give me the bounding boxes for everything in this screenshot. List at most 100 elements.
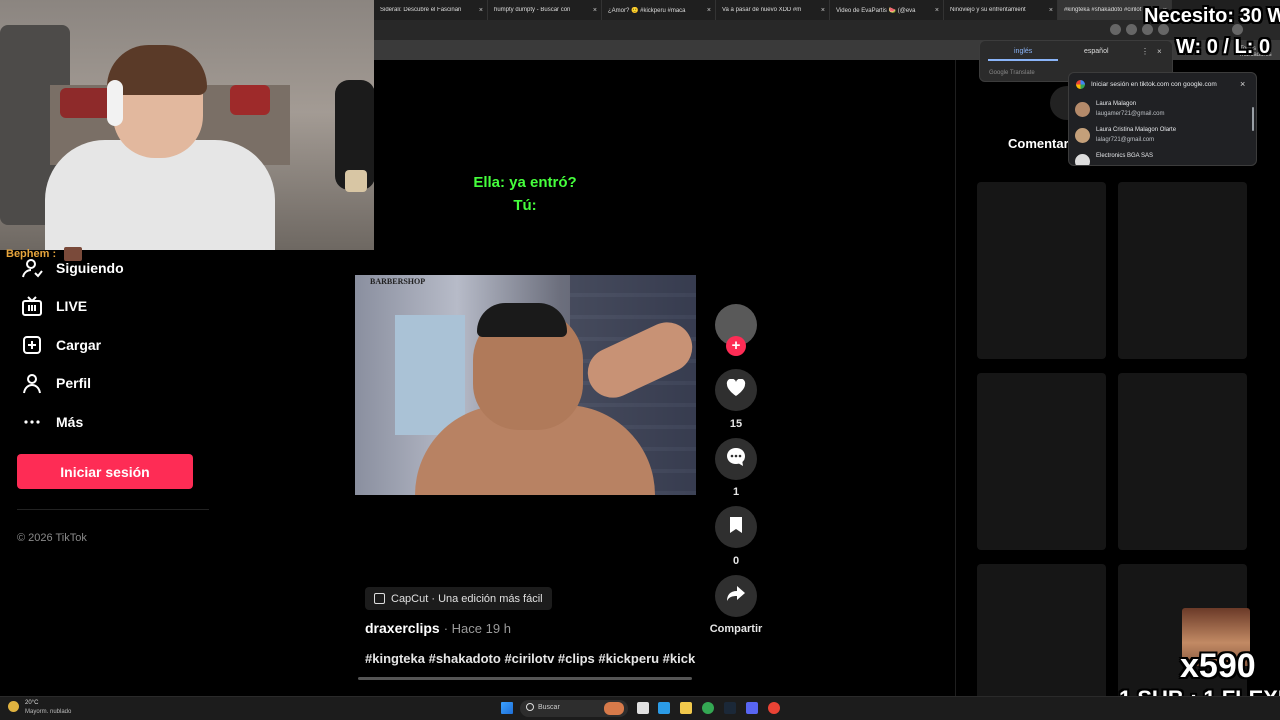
sidebar-item-label: Perfil (56, 375, 92, 391)
save-button[interactable] (715, 506, 757, 548)
like-button[interactable] (715, 369, 757, 411)
weather-temperature[interactable]: 20°C (25, 700, 38, 706)
search-icon (526, 703, 534, 711)
close-tab-icon[interactable]: × (593, 7, 597, 14)
share-arrow-icon (726, 585, 746, 608)
windows-start-icon[interactable] (501, 702, 513, 714)
tab-title: ¿Amor? 🙂 #kickperu #maca (608, 7, 686, 14)
close-tab-icon[interactable]: × (821, 7, 825, 14)
sidebar-item-label: Siguiendo (56, 260, 124, 276)
browser-tab[interactable]: Va a pasar de nuevo XDD #m × (716, 0, 830, 20)
author-line: draxerclips · Hace 19 h (365, 620, 511, 636)
tab-comments[interactable]: Comentar (1008, 136, 1069, 151)
following-icon (20, 256, 44, 280)
google-popup-title: Iniciar sesión en tiktok.com con google.… (1091, 81, 1217, 88)
close-tab-icon[interactable]: × (1049, 7, 1053, 14)
toy (345, 170, 367, 192)
upload-icon (20, 333, 44, 357)
browser-tab[interactable]: Niñoviejo y su enfrentamient × (944, 0, 1058, 20)
account-name: Laura Malagon (1096, 101, 1137, 107)
sidebar-item-live[interactable]: LIVE (20, 294, 87, 318)
sidebar-item-following[interactable]: Siguiendo (20, 256, 124, 280)
multiplier-counter: x590 (1180, 647, 1256, 685)
video-progress-bar[interactable] (358, 677, 692, 680)
account-name: Electronics BGA SAS (1096, 153, 1154, 159)
sidebar-item-label: Cargar (56, 337, 102, 353)
sidebar-item-label: Más (56, 414, 84, 430)
video-thumbnail[interactable] (977, 373, 1106, 550)
profile-icon (20, 371, 44, 395)
close-icon[interactable]: × (1157, 47, 1162, 56)
close-tab-icon[interactable]: × (707, 7, 711, 14)
edge-browser-icon[interactable] (658, 702, 670, 714)
extension-icon[interactable] (1110, 24, 1121, 35)
google-logo-icon (1076, 80, 1085, 89)
avatar (1075, 154, 1090, 165)
google-account-item[interactable]: Electronics BGA SAS (1075, 151, 1251, 165)
webcam-overlay (0, 0, 374, 250)
streamer (45, 45, 275, 250)
follow-button[interactable]: + (726, 336, 746, 356)
save-count: 0 (732, 555, 740, 567)
video-person-hair (477, 303, 567, 337)
scrollbar[interactable] (1252, 107, 1254, 131)
barbershop-sign: BARBERSHOP (370, 277, 426, 286)
headphones (107, 80, 123, 126)
sidebar-item-more[interactable]: Más (20, 410, 83, 434)
video-thumbnail[interactable] (977, 182, 1106, 359)
search-placeholder: Buscar (538, 704, 560, 711)
chrome-icon[interactable] (702, 702, 714, 714)
author-username[interactable]: draxerclips (365, 620, 440, 636)
login-button[interactable]: Iniciar sesión (17, 454, 193, 489)
account-email: lalagr721@gmail.com (1096, 137, 1155, 143)
tab-title: humpty dumpty - Buscar con (494, 7, 571, 13)
close-tab-icon[interactable]: × (479, 7, 483, 14)
weather-description[interactable]: Mayorm. nublado (25, 709, 71, 715)
video-player[interactable]: BARBERSHOP (355, 275, 696, 495)
browser-tab[interactable]: ¿Amor? 🙂 #kickperu #maca × (602, 0, 716, 20)
video-thumbnail[interactable] (1118, 373, 1247, 550)
file-explorer-icon[interactable] (680, 702, 692, 714)
weather-sun-icon (8, 701, 19, 712)
bookmark-icon (729, 516, 743, 539)
sidebar-item-profile[interactable]: Perfil (20, 371, 91, 395)
video-caption-overlay: Ella: ya entró? Tú: (440, 171, 610, 217)
close-icon[interactable]: × (1240, 79, 1245, 89)
account-email: laugamer721@gmail.com (1096, 111, 1165, 117)
screen: Siderali: Descubre el Fascinan × humpty d… (0, 0, 1280, 720)
like-count: 15 (729, 418, 743, 430)
capcut-label: CapCut · Una edición más fácil (391, 592, 543, 605)
win-loss-score: W: 0 / L: 0 (1176, 36, 1271, 58)
taskbar-search[interactable]: Buscar (520, 700, 628, 717)
task-view-icon[interactable] (637, 702, 649, 714)
caption-line: Ella: ya entró? (473, 174, 577, 191)
share-button[interactable] (715, 575, 757, 617)
browser-tab[interactable]: Video de EvaPartis 🍉 (@eva × (830, 0, 944, 20)
close-tab-icon[interactable]: × (935, 7, 939, 14)
steam-icon[interactable] (724, 702, 736, 714)
video-thumbnail[interactable] (1118, 182, 1247, 359)
app-icon[interactable] (768, 702, 780, 714)
google-translate-label: Google Translate (989, 70, 1035, 76)
google-signin-popup: Iniciar sesión en tiktok.com con google.… (1068, 72, 1257, 166)
browser-tab[interactable]: humpty dumpty - Buscar con × (488, 0, 602, 20)
google-account-item[interactable]: Laura Cristina Malagon Olarte lalagr721@… (1075, 125, 1251, 149)
comment-bubble-icon (726, 447, 746, 472)
discord-icon[interactable] (746, 702, 758, 714)
avatar (1075, 128, 1090, 143)
google-account-item[interactable]: Laura Malagon laugamer721@gmail.com (1075, 99, 1251, 123)
zoom-icon[interactable] (1126, 24, 1137, 35)
translate-lang-to[interactable]: español (1084, 48, 1109, 55)
hashtags[interactable]: #kingteka #shakadoto #cirilotv #clips #k… (365, 651, 695, 666)
more-options-icon[interactable]: ⋮ (1141, 47, 1149, 56)
browser-tab[interactable]: Siderali: Descubre el Fascinan × (374, 0, 488, 20)
sidebar-item-upload[interactable]: Cargar (20, 333, 101, 357)
capcut-icon (374, 593, 385, 604)
tab-title: Siderali: Descubre el Fascinan (380, 7, 462, 13)
comment-button[interactable] (715, 438, 757, 480)
tab-title: Niñoviejo y su enfrentamient (950, 7, 1026, 13)
translate-lang-from[interactable]: inglés (1014, 48, 1032, 55)
tab-title: Va a pasar de nuevo XDD #m (722, 7, 802, 13)
capcut-chip[interactable]: CapCut · Una edición más fácil (365, 587, 552, 610)
active-tab-underline (988, 59, 1058, 61)
